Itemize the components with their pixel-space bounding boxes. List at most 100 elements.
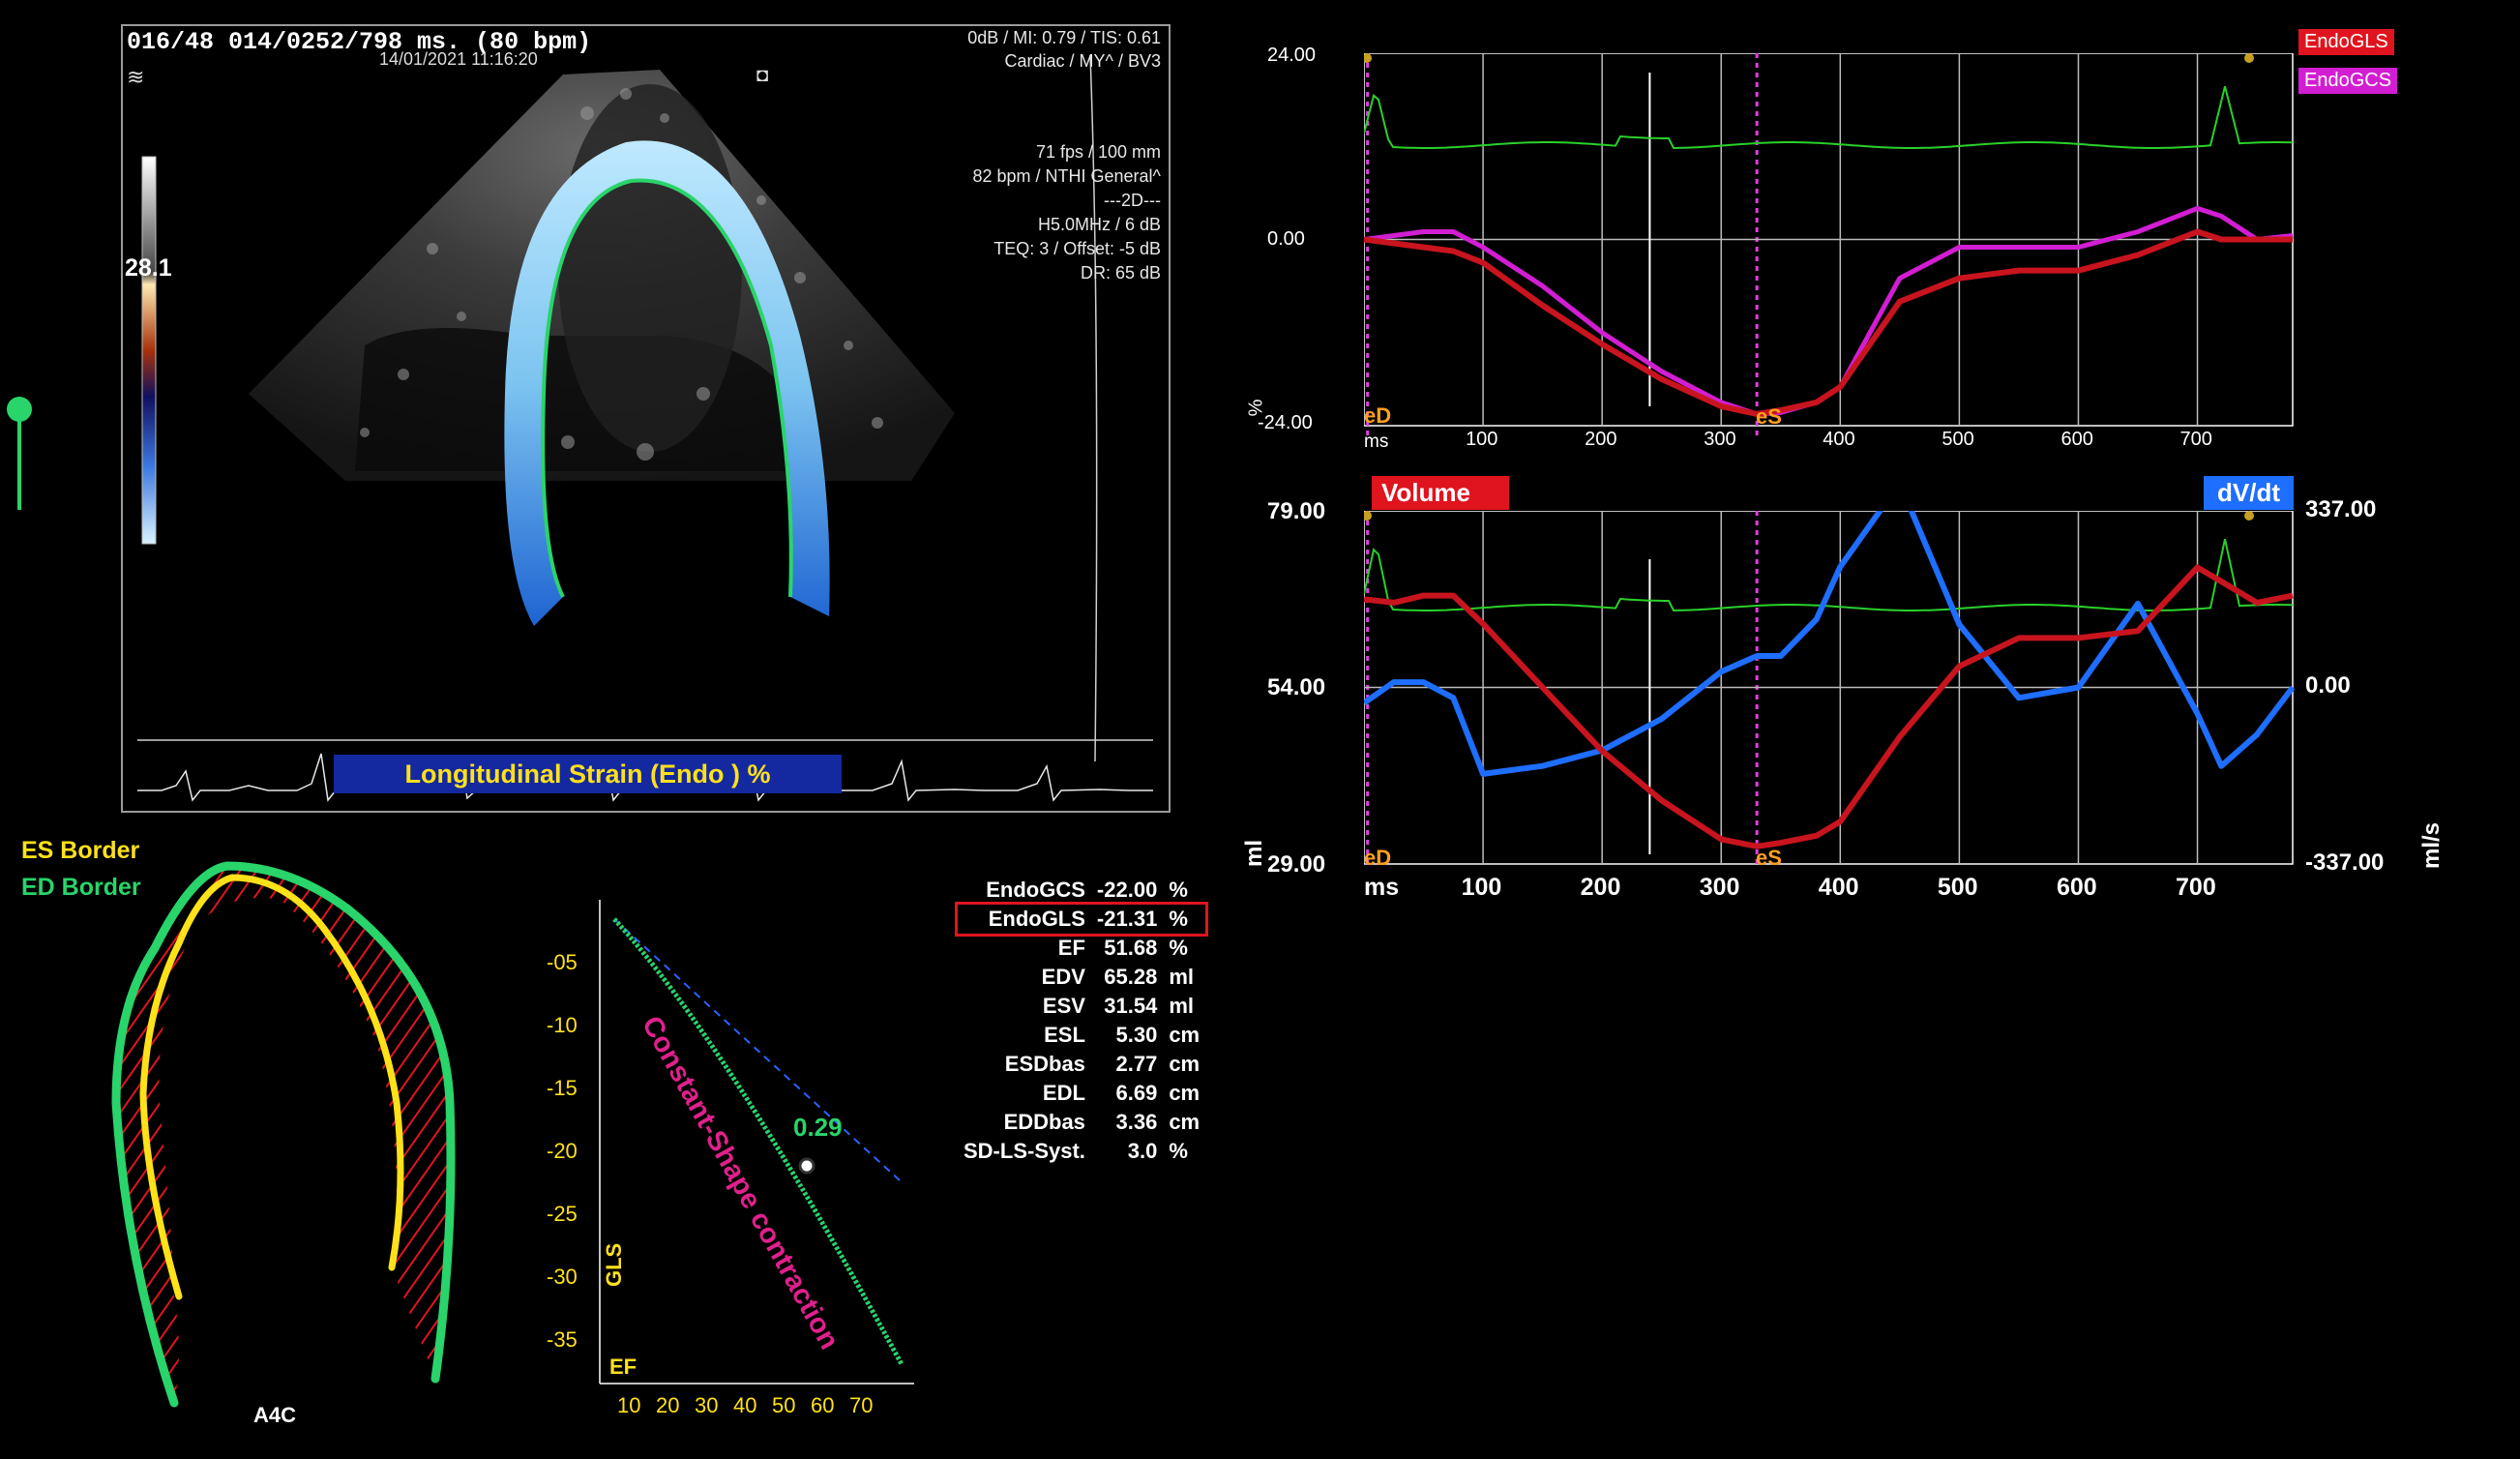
measurement-key: EDV: [1041, 965, 1085, 989]
volume-x-unit: ms: [1364, 874, 1400, 901]
y-tick: -15: [547, 1076, 578, 1100]
measurement-value: 5.30: [1115, 1023, 1158, 1047]
measurement-value: 3.36: [1115, 1110, 1158, 1134]
border-diagram: [111, 861, 456, 1408]
measurement-key: ESDbas: [1004, 1052, 1085, 1076]
x-tick-label: 200: [1585, 429, 1617, 450]
volume-chart[interactable]: [1364, 511, 2298, 869]
dvdt-badge: dV/dt: [2204, 476, 2294, 510]
table-row: EDV 65.28 ml: [958, 963, 1205, 992]
ecg-trace: [1364, 85, 2294, 150]
strain-chart[interactable]: [1364, 53, 2298, 440]
measurement-unit: %: [1169, 1139, 1188, 1163]
probe-icon: ◘: [756, 65, 769, 86]
volume-marker-es: eS: [1756, 846, 1782, 870]
table-row: EndoGCS -22.00 %: [958, 876, 1205, 905]
frame-slider[interactable]: [5, 392, 34, 513]
measurement-key: ESV: [1042, 994, 1085, 1018]
dvdt-y-bot: -337.00: [2305, 849, 2385, 876]
x-tick-label: 500: [1942, 429, 1974, 450]
y-tick: -05: [547, 950, 578, 974]
strain-y-top: 24.00: [1267, 45, 1317, 66]
measurement-value: 3.0: [1127, 1139, 1158, 1163]
marker-dot: [1364, 53, 1372, 63]
x-tick-label: 200: [1580, 874, 1621, 901]
settings-line: 71 fps / 100 mm: [1035, 142, 1161, 162]
x-tick: 20: [656, 1393, 680, 1417]
measurement-key: EDL: [1042, 1081, 1085, 1105]
x-tick-label: 600: [2056, 874, 2097, 901]
measurement-value: 65.28: [1104, 965, 1158, 989]
table-row: ESL 5.30 cm: [958, 1021, 1205, 1050]
x-tick: 10: [617, 1393, 641, 1417]
y-axis-label: GLS: [602, 1242, 626, 1287]
marker-dot: [1364, 511, 1372, 521]
volume-badge: Volume: [1372, 476, 1509, 510]
x-tick: 60: [811, 1393, 835, 1417]
measurement-value: 31.54: [1104, 994, 1158, 1018]
marker-dot: [2244, 511, 2254, 521]
table-row: EDDbas 3.36 cm: [958, 1108, 1205, 1137]
measurement-unit: %: [1169, 907, 1188, 931]
measurement-key: EF: [1057, 936, 1085, 960]
strain-label: Longitudinal Strain (Endo ) %: [334, 755, 842, 793]
measurement-unit: cm: [1169, 1052, 1201, 1076]
measurement-unit: cm: [1169, 1023, 1201, 1047]
measurement-unit: cm: [1169, 1081, 1201, 1105]
hr-icon: ≋: [127, 65, 145, 89]
acquisition-datetime: 14/01/2021 11:16:20: [379, 49, 538, 69]
legend-endogcs[interactable]: EndoGCS: [2298, 68, 2398, 94]
table-row: ESDbas 2.77 cm: [958, 1050, 1205, 1079]
measurement-value: -22.00: [1096, 878, 1158, 902]
measurement-key: ESL: [1044, 1023, 1085, 1047]
dvdt-y-top: 337.00: [2305, 496, 2377, 522]
y-tick: -10: [547, 1013, 578, 1037]
strain-y-mid: 0.00: [1267, 228, 1305, 250]
volume-y-bot: 29.00: [1267, 851, 1326, 878]
x-tick-label: 300: [1699, 874, 1740, 901]
view-label: A4C: [253, 1403, 297, 1427]
marker-dot: [2244, 53, 2254, 63]
volume-y-mid: 54.00: [1267, 674, 1326, 700]
settings-line: 82 bpm / NTHI General^: [972, 166, 1161, 186]
strain-y-unit: %: [1245, 399, 1267, 417]
measurement-unit: %: [1169, 936, 1188, 960]
x-tick: 50: [772, 1393, 796, 1417]
measurement-unit: cm: [1169, 1110, 1201, 1134]
measurement-value: 6.69: [1115, 1081, 1158, 1105]
x-tick: 40: [733, 1393, 757, 1417]
measurements-table: EndoGCS -22.00 % EndoGLS -21.31 % EF 51.…: [954, 876, 1209, 1166]
x-tick-label: 600: [2060, 429, 2093, 450]
gain-colorbar: [141, 156, 157, 545]
x-tick-label: 300: [1704, 429, 1736, 450]
series-volume: [1364, 564, 2294, 849]
strain-marker-es: eS: [1756, 404, 1782, 429]
x-tick-label: 400: [1823, 429, 1855, 450]
volume-y-top: 79.00: [1267, 498, 1326, 524]
settings-line: H5.0MHz / 6 dB: [1037, 215, 1161, 234]
settings-line: TEQ: 3 / Offset: -5 dB: [993, 239, 1161, 258]
legend-endogls[interactable]: EndoGLS: [2298, 29, 2394, 55]
measurement-value: 2.77: [1115, 1052, 1158, 1076]
settings-line: DR: 65 dB: [1080, 263, 1161, 283]
measurement-value: -21.31: [1096, 907, 1158, 931]
slider-handle-icon[interactable]: [7, 397, 32, 422]
point-value-label: 0.29: [793, 1113, 843, 1142]
y-tick: -25: [547, 1202, 578, 1226]
table-row: EF 51.68 %: [958, 934, 1205, 963]
y-tick: -35: [547, 1327, 578, 1352]
echo-image-panel[interactable]: 016/48 014/0252/798 ms. (80 bpm) 14/01/2…: [121, 24, 1171, 813]
output-power-info: 0dB / MI: 0.79 / TIS: 0.61: [967, 28, 1161, 47]
preset-info: Cardiac / MY^ / BV3: [1004, 51, 1162, 71]
x-axis-label: EF: [609, 1355, 637, 1379]
y-tick: -30: [547, 1265, 578, 1289]
x-tick-label: 700: [2176, 874, 2216, 901]
dvdt-y-unit: ml/s: [2418, 821, 2446, 870]
volume-y-unit: ml: [1241, 839, 1268, 868]
strain-x-unit: ms: [1364, 432, 1389, 452]
x-tick-label: 500: [1937, 874, 1978, 901]
dvdt-y-mid: 0.00: [2305, 672, 2351, 699]
measurement-unit: ml: [1169, 965, 1194, 989]
measurement-key: EDDbas: [1003, 1110, 1085, 1134]
patient-point: [798, 1157, 815, 1175]
